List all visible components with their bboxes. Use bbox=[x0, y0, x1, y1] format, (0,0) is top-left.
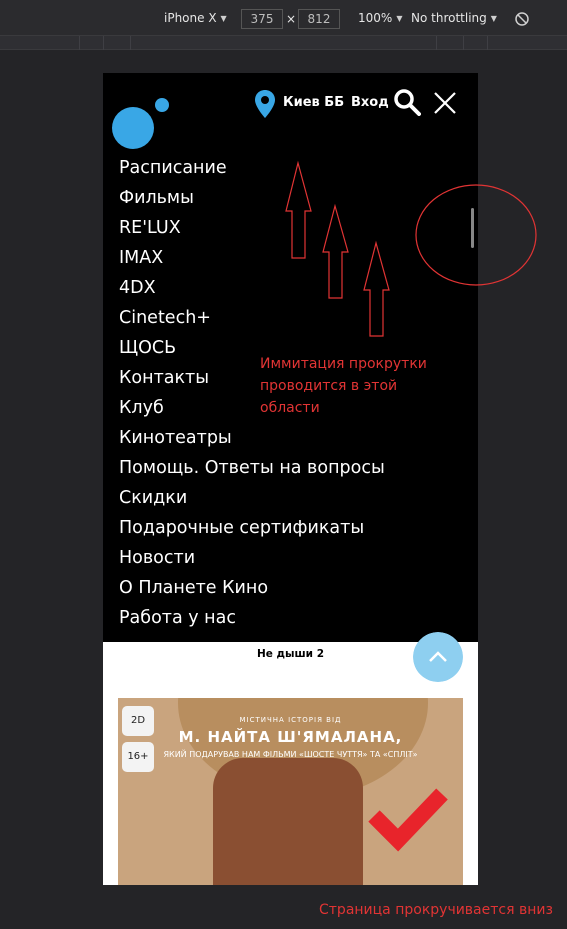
zoom-select[interactable]: 100% ▼ bbox=[358, 11, 402, 25]
menu-item-cinetech[interactable]: Cinetech+ bbox=[119, 307, 385, 337]
zoom-label: 100% bbox=[358, 11, 393, 25]
format-badge: 2D bbox=[122, 706, 154, 736]
throttling-select[interactable]: No throttling ▼ bbox=[411, 11, 497, 25]
throttling-label: No throttling bbox=[411, 11, 487, 25]
menu-item-imax[interactable]: IMAX bbox=[119, 247, 385, 277]
menu-item-schedule[interactable]: Расписание bbox=[119, 157, 385, 187]
age-rating-badge: 16+ bbox=[122, 742, 154, 772]
menu-item-gift-cards[interactable]: Подарочные сертификаты bbox=[119, 517, 385, 547]
logo-dot bbox=[155, 98, 169, 112]
menu-item-help[interactable]: Помощь. Ответы на вопросы bbox=[119, 457, 385, 487]
menu-item-4dx[interactable]: 4DX bbox=[119, 277, 385, 307]
poster-figure-shape bbox=[213, 758, 363, 885]
poster-subline: ЯКИЙ ПОДАРУВАВ НАМ ФІЛЬМИ «ШОСТЕ ЧУТТЯ» … bbox=[163, 750, 418, 759]
menu-item-about[interactable]: О Планете Кино bbox=[119, 577, 385, 607]
scroll-annotation-note: Иммитация прокрутки проводится в этой об… bbox=[260, 356, 427, 416]
rotate-icon[interactable] bbox=[514, 11, 530, 27]
phone-viewport: Киев ББ Вход Расписание Фильмы RE'LUX IM… bbox=[103, 73, 478, 885]
device-label: iPhone X bbox=[164, 11, 217, 25]
search-icon[interactable] bbox=[393, 88, 421, 116]
menu-item-films[interactable]: Фильмы bbox=[119, 187, 385, 217]
device-select[interactable]: iPhone X ▼ bbox=[164, 11, 227, 25]
chevron-down-icon: ▼ bbox=[220, 13, 227, 23]
times-sign: × bbox=[286, 12, 297, 26]
location-pin-icon[interactable] bbox=[254, 89, 276, 119]
width-input[interactable]: 375 bbox=[241, 9, 283, 29]
poster-tagline: МІСТИЧНА ІСТОРІЯ ВІД bbox=[239, 716, 342, 724]
logo-icon[interactable] bbox=[112, 107, 154, 149]
media-query-ruler bbox=[0, 36, 567, 50]
page-content: Не дыши 2 МІСТИЧНА ІСТОРІЯ ВІД М. НАЙТА … bbox=[103, 632, 478, 885]
menu-item-discounts[interactable]: Скидки bbox=[119, 487, 385, 517]
checkmark-icon bbox=[368, 788, 448, 852]
scroll-to-top-button[interactable] bbox=[413, 632, 463, 682]
chevron-down-icon: ▼ bbox=[490, 13, 497, 23]
devtools-toolbar: iPhone X ▼ 375 × 812 100% ▼ No throttlin… bbox=[0, 0, 567, 36]
menu-item-jobs[interactable]: Работа у нас bbox=[119, 607, 385, 637]
login-link[interactable]: Вход bbox=[351, 95, 389, 110]
scrollbar-thumb[interactable] bbox=[471, 208, 474, 248]
menu-item-relux[interactable]: RE'LUX bbox=[119, 217, 385, 247]
menu-item-cinemas[interactable]: Кинотеатры bbox=[119, 427, 385, 457]
city-select[interactable]: Киев ББ bbox=[283, 95, 344, 110]
poster-director-name: М. НАЙТА Ш'ЯМАЛАНА, bbox=[178, 728, 403, 746]
bottom-annotation-note: Страница прокручивается вниз bbox=[319, 902, 553, 918]
chevron-down-icon: ▼ bbox=[396, 13, 403, 23]
menu-item-news[interactable]: Новости bbox=[119, 547, 385, 577]
close-icon[interactable] bbox=[433, 91, 457, 115]
movie-poster[interactable]: МІСТИЧНА ІСТОРІЯ ВІД М. НАЙТА Ш'ЯМАЛАНА,… bbox=[118, 698, 463, 885]
height-input[interactable]: 812 bbox=[298, 9, 340, 29]
